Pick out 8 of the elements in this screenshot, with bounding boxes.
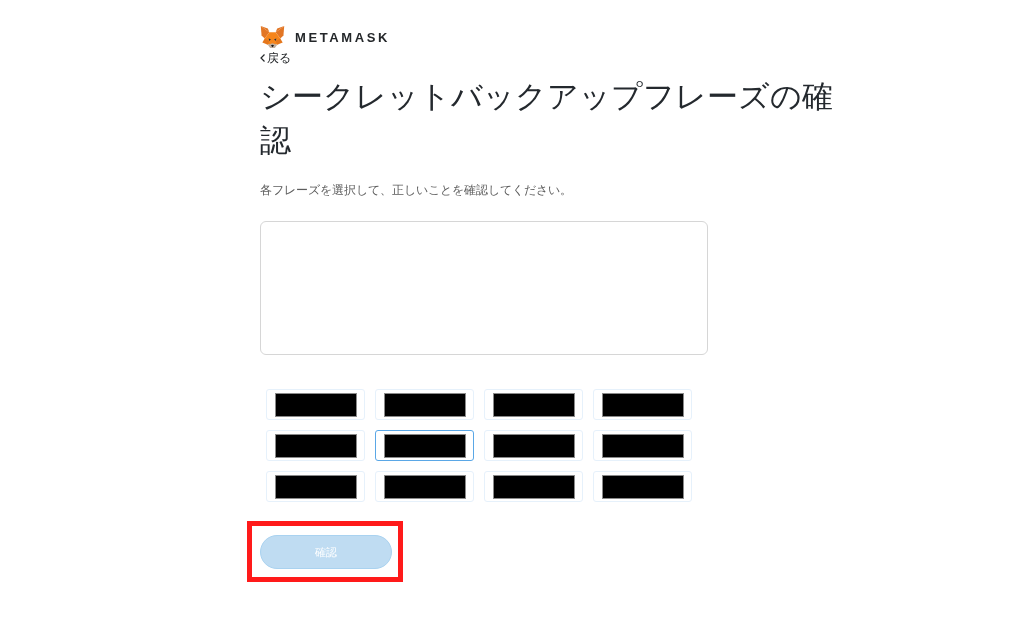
phrase-input-box[interactable] [260,221,708,355]
page-title: シークレットバックアップフレーズの確認 [260,78,834,160]
back-link[interactable]: 戻る [260,51,291,65]
instruction-text: 各フレーズを選択して、正しいことを確認してください。 [260,182,572,198]
fox-logo-icon [260,25,285,49]
word-chip[interactable] [375,430,474,461]
chevron-left-icon [260,54,265,62]
logo-wordmark: METAMASK [295,30,390,44]
